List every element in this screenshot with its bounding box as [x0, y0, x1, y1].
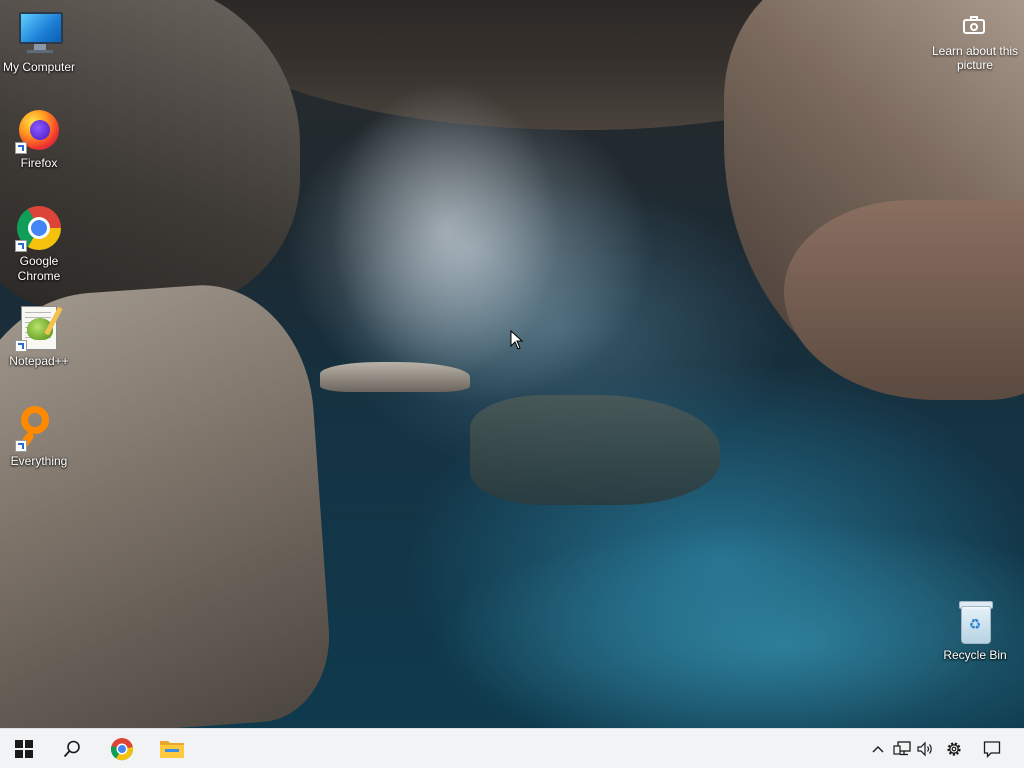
computer-icon [15, 10, 63, 58]
desktop-icon-label: Firefox [20, 156, 58, 170]
action-center-button[interactable] [978, 729, 1006, 769]
desktop-icon-label: Notepad++ [9, 354, 69, 368]
taskbar [0, 728, 1024, 768]
start-button[interactable] [0, 729, 48, 769]
settings-button[interactable] [942, 729, 966, 769]
wallpaper-water-glow [430, 520, 1024, 728]
show-hidden-icons-button[interactable] [866, 729, 890, 769]
network-icon [893, 741, 911, 756]
wallpaper-light-beam [330, 80, 560, 380]
shortcut-arrow-icon [15, 142, 27, 154]
recycle-bin-icon: ♻ [951, 598, 999, 646]
shortcut-arrow-icon [15, 440, 27, 452]
notification-icon [983, 741, 1001, 758]
windows-logo-icon [15, 740, 33, 758]
desktop-icon-firefox[interactable]: Firefox [1, 106, 77, 171]
chrome-icon [110, 738, 134, 761]
desktop-icon-everything[interactable]: Everything [1, 404, 77, 469]
desktop-icon-google-chrome[interactable]: Google Chrome [1, 204, 77, 284]
shortcut-arrow-icon [15, 240, 27, 252]
learn-about-label: Learn about this picture [931, 44, 1019, 72]
taskbar-chrome-button[interactable] [98, 729, 146, 769]
search-icon [63, 740, 80, 758]
notepad-plus-plus-icon [15, 304, 63, 352]
wallpaper-mid-rock [320, 362, 470, 392]
file-explorer-icon [160, 741, 184, 758]
wallpaper-mid-rock-reflection [470, 395, 720, 505]
desktop-icon-label: My Computer [2, 60, 76, 74]
camera-icon [963, 16, 987, 34]
desktop-icon-label: Recycle Bin [943, 648, 1007, 662]
desktop-icon-label: Google Chrome [17, 254, 61, 283]
network-button[interactable] [890, 729, 914, 769]
search-button[interactable] [48, 729, 96, 769]
desktop-icon-recycle-bin[interactable]: ♻ Recycle Bin [937, 598, 1013, 663]
volume-icon [917, 741, 932, 757]
desktop-icon-notepad-plus-plus[interactable]: Notepad++ [1, 304, 77, 369]
taskbar-file-explorer-button[interactable] [148, 729, 196, 769]
desktop-icon-label: Everything [10, 454, 68, 468]
shortcut-arrow-icon [15, 340, 27, 352]
everything-search-icon [15, 404, 63, 452]
desktop-icon-my-computer[interactable]: My Computer [1, 10, 77, 75]
firefox-icon [15, 106, 63, 154]
desktop-wallpaper: My Computer Firefox Google Chrome Notepa… [0, 0, 1024, 728]
settings-icon [947, 742, 961, 756]
wallpaper-right-lower-rock [784, 200, 1024, 400]
learn-about-picture[interactable]: Learn about this picture [930, 16, 1020, 72]
volume-button[interactable] [914, 729, 938, 769]
chrome-icon [15, 204, 63, 252]
chevron-up-icon [872, 746, 884, 753]
